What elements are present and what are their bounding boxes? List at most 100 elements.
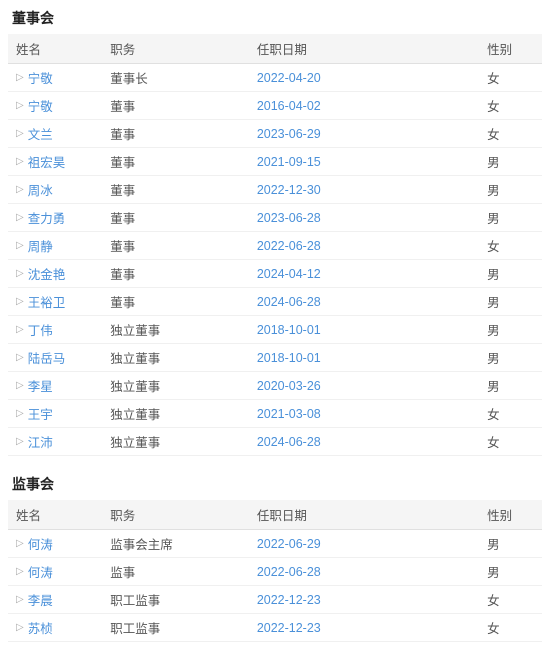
- supervisory-cell-position: 监事会主席: [102, 530, 249, 558]
- supervisory-row: ▷ 何涛 监事 2022-06-28 男: [8, 558, 542, 586]
- board-cell-gender: 女: [479, 232, 542, 260]
- board-cell-gender: 女: [479, 400, 542, 428]
- supervisory-cell-name[interactable]: ▷ 苏桢: [8, 614, 102, 642]
- supervisory-cell-date: 2022-06-28: [249, 558, 479, 586]
- supervisory-cell-position: 监事: [102, 558, 249, 586]
- arrow-icon: ▷: [16, 100, 24, 111]
- board-header-position: 职务: [102, 34, 249, 64]
- board-table-container: 姓名 职务 任职日期 性别 ▷ 宁敬 董事长 2022-04-20 女 ▷: [0, 34, 550, 466]
- board-cell-date: 2020-03-26: [249, 372, 479, 400]
- board-cell-name[interactable]: ▷ 周静: [8, 232, 102, 260]
- board-cell-date: 2016-04-02: [249, 92, 479, 120]
- supervisory-header-position: 职务: [102, 500, 249, 530]
- arrow-icon: ▷: [16, 268, 24, 279]
- board-name-text: 沈金艳: [28, 264, 66, 283]
- arrow-icon: ▷: [16, 380, 24, 391]
- board-cell-date: 2018-10-01: [249, 344, 479, 372]
- board-cell-position: 董事: [102, 232, 249, 260]
- board-cell-name[interactable]: ▷ 祖宏昊: [8, 148, 102, 176]
- board-name-text: 丁伟: [28, 320, 53, 339]
- supervisory-title: 监事会: [0, 466, 550, 500]
- board-name-text: 李星: [28, 376, 53, 395]
- board-section: 董事会 姓名 职务 任职日期 性别 ▷ 宁敬 董事长 2022-04-20: [0, 0, 550, 466]
- supervisory-cell-date: 2022-12-23: [249, 586, 479, 614]
- supervisory-cell-date: 2022-06-29: [249, 530, 479, 558]
- board-row: ▷ 周静 董事 2022-06-28 女: [8, 232, 542, 260]
- board-row: ▷ 江沛 独立董事 2024-06-28 女: [8, 428, 542, 456]
- board-cell-position: 董事: [102, 288, 249, 316]
- board-cell-gender: 男: [479, 176, 542, 204]
- arrow-icon: ▷: [16, 408, 24, 419]
- board-name-text: 王裕卫: [28, 292, 66, 311]
- supervisory-cell-position: 职工监事: [102, 586, 249, 614]
- supervisory-cell-date: 2022-12-23: [249, 614, 479, 642]
- supervisory-section: 监事会 姓名 职务 任职日期 性别 ▷ 何涛 监事会主席 2022-06-29: [0, 466, 550, 652]
- board-title: 董事会: [0, 0, 550, 34]
- board-name-text: 宁敬: [28, 68, 53, 87]
- board-cell-name[interactable]: ▷ 丁伟: [8, 316, 102, 344]
- supervisory-cell-name[interactable]: ▷ 何涛: [8, 558, 102, 586]
- board-cell-gender: 男: [479, 288, 542, 316]
- supervisory-cell-gender: 女: [479, 614, 542, 642]
- arrow-icon: ▷: [16, 296, 24, 307]
- board-row: ▷ 查力勇 董事 2023-06-28 男: [8, 204, 542, 232]
- board-cell-date: 2022-04-20: [249, 64, 479, 92]
- board-cell-date: 2024-06-28: [249, 288, 479, 316]
- arrow-icon: ▷: [16, 594, 24, 605]
- supervisory-name-text: 何涛: [28, 534, 53, 553]
- board-cell-name[interactable]: ▷ 周冰: [8, 176, 102, 204]
- board-cell-gender: 男: [479, 260, 542, 288]
- arrow-icon: ▷: [16, 538, 24, 549]
- board-row: ▷ 李星 独立董事 2020-03-26 男: [8, 372, 542, 400]
- arrow-icon: ▷: [16, 352, 24, 363]
- board-cell-gender: 女: [479, 428, 542, 456]
- board-cell-name[interactable]: ▷ 查力勇: [8, 204, 102, 232]
- board-cell-position: 独立董事: [102, 400, 249, 428]
- board-cell-name[interactable]: ▷ 宁敬: [8, 92, 102, 120]
- board-cell-date: 2022-06-28: [249, 232, 479, 260]
- supervisory-name-text: 李晨: [28, 590, 53, 609]
- board-row: ▷ 陆岳马 独立董事 2018-10-01 男: [8, 344, 542, 372]
- board-name-text: 王宇: [28, 404, 53, 423]
- board-row: ▷ 宁敬 董事 2016-04-02 女: [8, 92, 542, 120]
- board-cell-date: 2024-04-12: [249, 260, 479, 288]
- arrow-icon: ▷: [16, 212, 24, 223]
- arrow-icon: ▷: [16, 156, 24, 167]
- board-row: ▷ 丁伟 独立董事 2018-10-01 男: [8, 316, 542, 344]
- board-name-text: 祖宏昊: [28, 152, 66, 171]
- board-cell-name[interactable]: ▷ 宁敬: [8, 64, 102, 92]
- board-cell-gender: 男: [479, 204, 542, 232]
- board-cell-name[interactable]: ▷ 江沛: [8, 428, 102, 456]
- supervisory-name-text: 苏桢: [28, 618, 53, 637]
- board-cell-name[interactable]: ▷ 文兰: [8, 120, 102, 148]
- board-name-text: 宁敬: [28, 96, 53, 115]
- board-cell-name[interactable]: ▷ 王裕卫: [8, 288, 102, 316]
- board-cell-date: 2018-10-01: [249, 316, 479, 344]
- supervisory-cell-name[interactable]: ▷ 李晨: [8, 586, 102, 614]
- board-name-text: 查力勇: [28, 208, 66, 227]
- board-cell-position: 董事: [102, 148, 249, 176]
- board-name-text: 周冰: [28, 180, 53, 199]
- board-cell-name[interactable]: ▷ 陆岳马: [8, 344, 102, 372]
- board-cell-date: 2021-09-15: [249, 148, 479, 176]
- board-cell-position: 董事长: [102, 64, 249, 92]
- board-cell-gender: 女: [479, 92, 542, 120]
- board-cell-name[interactable]: ▷ 王宇: [8, 400, 102, 428]
- supervisory-header-row: 姓名 职务 任职日期 性别: [8, 500, 542, 530]
- board-cell-date: 2022-12-30: [249, 176, 479, 204]
- board-table: 姓名 职务 任职日期 性别 ▷ 宁敬 董事长 2022-04-20 女 ▷: [8, 34, 542, 456]
- board-header-date: 任职日期: [249, 34, 479, 64]
- board-row: ▷ 祖宏昊 董事 2021-09-15 男: [8, 148, 542, 176]
- board-cell-position: 董事: [102, 204, 249, 232]
- supervisory-cell-gender: 男: [479, 558, 542, 586]
- board-header-gender: 性别: [479, 34, 542, 64]
- board-name-text: 文兰: [28, 124, 53, 143]
- board-cell-date: 2024-06-28: [249, 428, 479, 456]
- supervisory-header-date: 任职日期: [249, 500, 479, 530]
- board-cell-date: 2023-06-28: [249, 204, 479, 232]
- board-cell-name[interactable]: ▷ 沈金艳: [8, 260, 102, 288]
- supervisory-cell-position: 职工监事: [102, 614, 249, 642]
- board-cell-gender: 男: [479, 148, 542, 176]
- supervisory-cell-name[interactable]: ▷ 何涛: [8, 530, 102, 558]
- board-cell-name[interactable]: ▷ 李星: [8, 372, 102, 400]
